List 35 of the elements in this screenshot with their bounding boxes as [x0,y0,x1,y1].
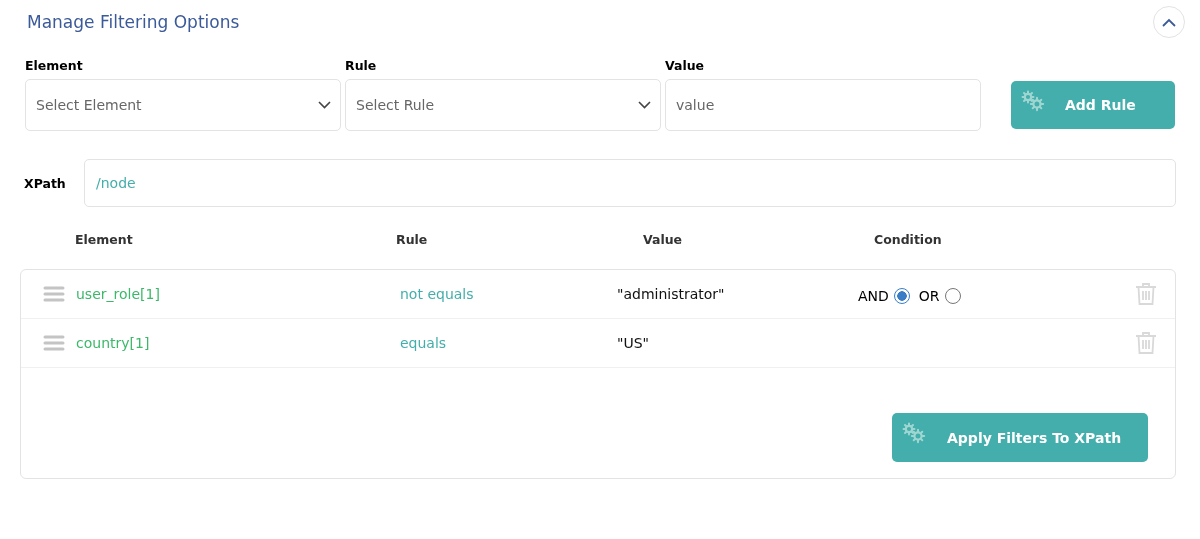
field-label: Rule [345,58,378,73]
field-label: Value [665,58,706,73]
trash-icon[interactable] [1135,331,1157,355]
radio-button[interactable] [893,288,910,304]
section-title: Manage Filtering Options [27,12,240,32]
radio-button[interactable] [944,288,961,304]
gears-icon [1021,90,1045,112]
select-field[interactable]: Select Element [25,79,341,131]
radio-label: AND [858,288,889,304]
collapse-button[interactable] [1153,6,1185,38]
xpath-input[interactable]: /node [84,159,1176,207]
drag-handle-icon[interactable] [43,335,65,351]
add-rule-button[interactable]: Add Rule [1011,81,1175,129]
column-header: Condition [873,231,943,247]
trash-icon[interactable] [1135,282,1157,306]
table-cell-text: user_role[1] [76,286,161,302]
column-header: Element [75,231,134,247]
select-field[interactable]: Select Rule [345,79,661,131]
column-header: Value [642,231,684,247]
table-cell-text: country[1] [76,335,151,351]
value-input[interactable]: value [665,79,981,131]
chevron-down-icon [318,101,331,109]
field-label: Element [25,58,84,73]
table-cell-text: not equals [400,286,475,302]
column-header: Rule [396,231,429,247]
table-cell-text: "administrator" [617,286,726,302]
drag-handle-icon[interactable] [43,286,65,302]
radio-label: OR [918,288,940,304]
xpath-label: XPath [23,175,67,191]
gears-icon [902,422,926,444]
table-cell-text: equals [400,335,448,351]
chevron-down-icon [638,101,651,109]
chevron-up-icon [1162,17,1176,27]
table-cell-text: "US" [617,335,650,351]
apply-filters-button[interactable]: Apply Filters To XPath [892,413,1148,462]
